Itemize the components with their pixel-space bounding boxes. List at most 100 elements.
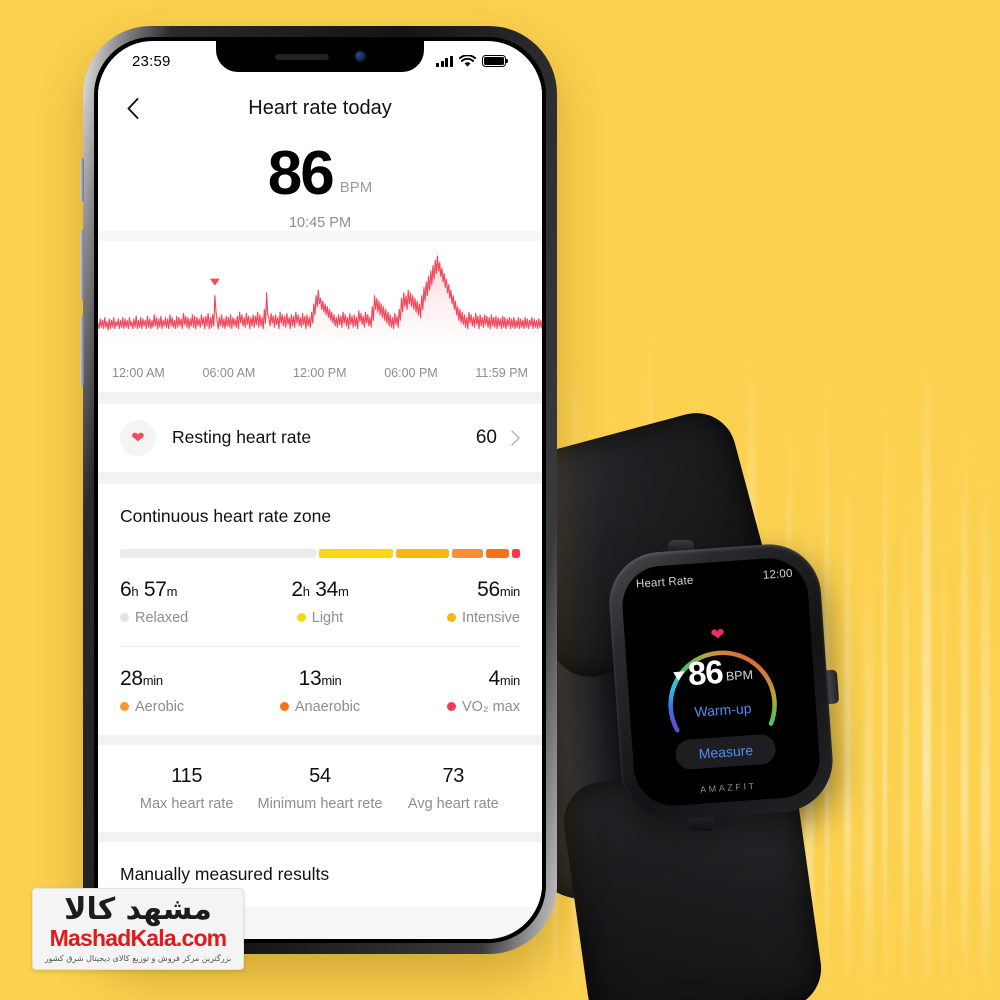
phone-notch bbox=[216, 41, 424, 72]
zone-stat: 2h 34m Light bbox=[253, 578, 386, 626]
x-tick-4: 11:59 PM bbox=[475, 365, 528, 380]
total-stat-value: 54 bbox=[309, 764, 331, 787]
total-stat-label: Avg heart rate bbox=[407, 795, 499, 812]
zone-stat-label: Relaxed bbox=[120, 610, 253, 626]
resting-heart-rate-label: Resting heart rate bbox=[172, 427, 312, 448]
bpm-value: 86 bbox=[267, 139, 335, 208]
zone-stat-value: 13min bbox=[298, 666, 342, 690]
total-stat-value: 115 bbox=[171, 764, 203, 787]
continuous-heart-rate-zone-card: Continuous heart rate zone 6h 57m Relaxed… bbox=[98, 483, 542, 735]
zone-bar-segment bbox=[120, 548, 317, 558]
smartwatch: Heart Rate 12:00 ❤ 86 BPM Warm-up Measur… bbox=[489, 404, 920, 1000]
section-divider bbox=[98, 391, 542, 404]
earpiece-speaker bbox=[274, 53, 329, 60]
zone-stat-label-text: Anaerobic bbox=[294, 698, 361, 715]
manually-measured-results-title: Manually measured results bbox=[120, 863, 330, 884]
x-tick-2: 12:00 PM bbox=[293, 365, 347, 380]
wifi-icon bbox=[459, 54, 476, 67]
phone-device: 23:59 Heart rate today 86 BPM 10:45 PM 1… bbox=[80, 26, 557, 954]
section-divider bbox=[98, 831, 542, 842]
zone-stat-label: Intensive bbox=[387, 610, 520, 626]
resting-heart-rate-value: 60 bbox=[475, 426, 497, 448]
divider bbox=[120, 645, 520, 647]
zone-stats-row-1: 6h 57m Relaxed 2h 34m Light 56min Intensive bbox=[120, 578, 520, 626]
total-stat: 54 Minimum heart rete bbox=[253, 765, 386, 812]
watch-screen[interactable]: Heart Rate 12:00 ❤ 86 BPM Warm-up Measur… bbox=[619, 555, 823, 809]
zone-stat-label: VO₂ max bbox=[387, 699, 520, 715]
zone-bar-segment bbox=[486, 548, 510, 558]
total-stat-value: 73 bbox=[442, 764, 465, 787]
zone-stat: 4min VO₂ max bbox=[387, 667, 520, 715]
zone-stat-value: 4min bbox=[488, 666, 521, 690]
chevron-right-icon bbox=[511, 429, 520, 446]
x-tick-1: 06:00 AM bbox=[202, 365, 256, 380]
heart-rate-totals-card: 115 Max heart rate 54 Minimum heart rete 73 A… bbox=[98, 744, 542, 832]
x-tick-3: 06:00 PM bbox=[384, 365, 438, 380]
total-stat-label: Max heart rate bbox=[139, 795, 234, 812]
app-navbar: Heart rate today bbox=[98, 81, 542, 135]
zone-stats-row-2: 28min Aerobic 13min Anaerobic 4min VO₂ max bbox=[120, 667, 520, 715]
watch-brand-label: AMAZFIT bbox=[699, 780, 758, 795]
zone-section-title: Continuous heart rate zone bbox=[120, 505, 332, 526]
zone-bar-segment bbox=[395, 548, 450, 558]
watermark-logo: مشهد کالا MashadKala.com بزرگترین مرکز ف… bbox=[32, 888, 244, 970]
phone-screen: 23:59 Heart rate today 86 BPM 10:45 PM 1… bbox=[98, 41, 542, 939]
battery-icon bbox=[482, 55, 509, 67]
zone-bar-segment bbox=[512, 548, 520, 558]
heart-icon: ❤ bbox=[120, 419, 156, 456]
zone-stat-label: Anaerobic bbox=[253, 699, 386, 715]
status-clock: 23:59 bbox=[132, 52, 171, 70]
chart-marker-triangle bbox=[209, 278, 220, 286]
zone-color-dot bbox=[446, 613, 456, 623]
zone-stat-value: 6h 57m bbox=[120, 577, 178, 601]
section-divider bbox=[98, 471, 542, 484]
zone-stat-label: Light bbox=[253, 610, 386, 626]
back-button[interactable] bbox=[118, 93, 148, 123]
zone-color-dot bbox=[296, 613, 306, 623]
zone-stat-value: 28min bbox=[120, 666, 163, 690]
zone-stat-label-text: Intensive bbox=[461, 609, 520, 626]
zone-stat-label: Aerobic bbox=[120, 699, 253, 715]
section-divider bbox=[98, 734, 542, 745]
heart-rate-app: Heart rate today 86 BPM 10:45 PM 12:00 A… bbox=[98, 81, 542, 939]
totals-row: 115 Max heart rate 54 Minimum heart rete 73 A… bbox=[120, 765, 520, 812]
watermark-subtitle-fa: بزرگترین مرکز فروش و توزیع کالای دیجیتال… bbox=[44, 953, 232, 963]
bpm-unit: BPM bbox=[339, 178, 373, 196]
total-stat-label: Minimum heart rete bbox=[257, 795, 383, 812]
zone-stat-label-text: Relaxed bbox=[135, 609, 189, 626]
watch-bpm-row: 86 BPM bbox=[687, 653, 754, 692]
phone-volume-up-button[interactable] bbox=[80, 230, 84, 300]
measure-button[interactable]: Measure bbox=[674, 733, 778, 771]
zone-stat-value: 2h 34m bbox=[291, 577, 349, 601]
zone-color-dot bbox=[279, 702, 289, 712]
zone-stat-label-text: VO₂ max bbox=[461, 698, 520, 715]
zone-stat-label-text: Aerobic bbox=[135, 698, 185, 715]
bpm-row: 86 BPM bbox=[98, 139, 542, 208]
zone-color-dot bbox=[120, 613, 129, 623]
background-ray bbox=[941, 532, 946, 1000]
chevron-left-icon bbox=[127, 97, 139, 119]
phone-volume-down-button[interactable] bbox=[80, 316, 84, 386]
background-ray bbox=[922, 343, 931, 1000]
page-title: Heart rate today bbox=[248, 96, 392, 119]
zone-color-dot bbox=[446, 702, 456, 712]
heart-rate-chart-svg bbox=[98, 254, 542, 345]
watermark-title-en: MashadKala.com bbox=[49, 925, 228, 952]
phone-bezel: 23:59 Heart rate today 86 BPM 10:45 PM 1… bbox=[94, 37, 546, 943]
x-tick-0: 12:00 AM bbox=[112, 365, 165, 380]
background-ray bbox=[980, 472, 990, 1000]
watch-time: 12:00 bbox=[762, 567, 794, 582]
zone-stat: 28min Aerobic bbox=[120, 667, 253, 715]
zone-bar-segment bbox=[319, 548, 393, 558]
total-stat: 73 Avg heart rate bbox=[387, 765, 520, 812]
zone-color-dot bbox=[120, 702, 129, 712]
total-stat: 115 Max heart rate bbox=[120, 765, 253, 812]
watermark-title-fa: مشهد کالا bbox=[64, 892, 213, 928]
chart-x-axis: 12:00 AM 06:00 AM 12:00 PM 06:00 PM 11:5… bbox=[98, 358, 542, 392]
phone-mute-switch[interactable] bbox=[80, 158, 84, 202]
zone-stat: 6h 57m Relaxed bbox=[120, 578, 253, 626]
zone-bar-segment bbox=[452, 548, 484, 558]
heart-icon: ❤ bbox=[709, 624, 726, 645]
heart-rate-chart[interactable] bbox=[98, 240, 542, 359]
resting-heart-rate-row[interactable]: ❤ Resting heart rate 60 bbox=[98, 403, 542, 472]
